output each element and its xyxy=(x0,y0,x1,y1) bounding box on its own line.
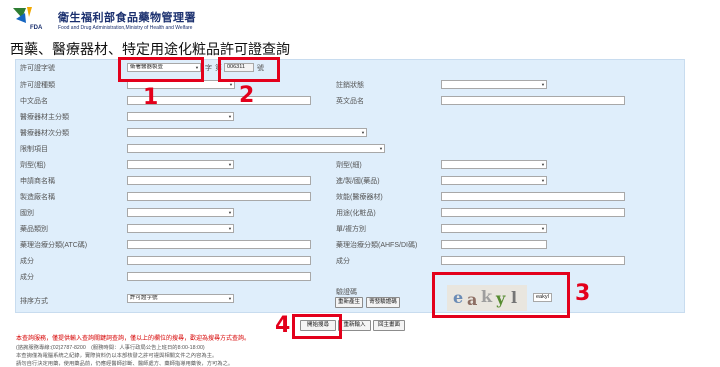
drug-category-select[interactable] xyxy=(127,224,234,233)
captcha-label: 驗證碼 xyxy=(336,289,357,296)
restriction-select[interactable] xyxy=(127,144,385,153)
device-main-class-select[interactable] xyxy=(127,112,234,121)
atc-code-input[interactable] xyxy=(127,240,311,249)
english-name-input[interactable] xyxy=(441,96,625,105)
device-sub-class-select[interactable] xyxy=(127,128,367,137)
chinese-name-label: 中文品名 xyxy=(20,98,48,105)
ingredient-3-input[interactable] xyxy=(127,272,311,281)
cancel-status-label: 註銷狀態 xyxy=(336,82,364,89)
annotation-number-1: 1 xyxy=(143,85,159,110)
efficacy-label: 效能(醫療器材) xyxy=(336,194,383,201)
license-no-label: 許可證字號 xyxy=(20,65,55,72)
dosage-major-select[interactable] xyxy=(127,160,234,169)
search-note-contact: (諮詢服務專線:(02)2787-8200 (服務時間：人事行政局公告上班日的8… xyxy=(16,345,205,351)
ingredient-1-input[interactable] xyxy=(127,256,311,265)
dosage-minor-label: 劑型(細) xyxy=(336,162,362,169)
annotation-number-3: 3 xyxy=(575,281,591,306)
ahfs-code-input[interactable] xyxy=(441,240,547,249)
ahfs-code-label: 藥理治療分類(AHFS/DI碼) xyxy=(336,242,418,249)
search-note-disclaimer: 本查詢僅為電腦系統之紀錄，實際資料仍以本部核發之許可證與相關文件之內容為主。 xyxy=(16,353,218,359)
page-title: 西藥、醫療器材、特定用途化粧品許可證查詢 xyxy=(10,42,290,58)
captcha-refresh-button[interactable]: 重新產生 xyxy=(335,297,363,308)
english-name-label: 英文品名 xyxy=(336,98,364,105)
search-note-medical: 請勿自行決定用藥，使用藥品前，仍應經醫師診斷、醫師處方、藥師指導用藥後，方可為之… xyxy=(16,361,234,367)
site-name-en: Food and Drug Administration,Ministry of… xyxy=(58,25,193,31)
import-export-select[interactable] xyxy=(441,176,547,185)
ingredient-2-label: 成分 xyxy=(336,258,350,265)
reset-button[interactable]: 重新輸入 xyxy=(338,320,371,331)
license-type-label: 許可證種類 xyxy=(20,82,55,89)
country-select[interactable] xyxy=(127,208,234,217)
sort-select[interactable]: 許可證字號 xyxy=(127,294,234,303)
manufacturer-name-label: 製造廠名稱 xyxy=(20,194,55,201)
site-logo[interactable]: FDA 衛生福利部食品藥物管理署 Food and Drug Administr… xyxy=(10,6,200,32)
applicant-name-label: 申請商名稱 xyxy=(20,178,55,185)
single-compound-select[interactable] xyxy=(441,224,547,233)
annotation-number-2: 2 xyxy=(239,83,255,108)
efficacy-input[interactable] xyxy=(441,192,625,201)
logo-fda-text: FDA xyxy=(30,25,43,31)
restriction-label: 限制項目 xyxy=(20,146,48,153)
country-label: 國別 xyxy=(20,210,34,217)
annotation-number-4: 4 xyxy=(275,313,291,338)
site-name-cn: 衛生福利部食品藥物管理署 xyxy=(58,12,196,24)
search-note-warning: 本查詢服務，僅提供輸入查詢關鍵詞查詢，僅以上的欄位的搜尋，歡迎為搜尋方式查詢。 xyxy=(16,336,251,342)
dosage-major-label: 劑型(粗) xyxy=(20,162,46,169)
annotation-box-2 xyxy=(218,57,280,82)
atc-code-label: 藥理治療分類(ATC碼) xyxy=(20,242,88,249)
drug-category-label: 藥品類別 xyxy=(20,226,48,233)
ingredient-2-input[interactable] xyxy=(441,256,625,265)
back-button[interactable]: 回主畫面 xyxy=(373,320,405,331)
dosage-minor-select[interactable] xyxy=(441,160,547,169)
annotation-box-3 xyxy=(432,272,570,318)
usage-label: 用途(化粧品) xyxy=(336,210,376,217)
license-word-label: 字 xyxy=(205,65,212,72)
sort-label: 排序方式 xyxy=(20,298,48,305)
cancel-status-select[interactable] xyxy=(441,80,547,89)
device-sub-class-label: 醫療器材次分類 xyxy=(20,130,69,137)
annotation-box-4 xyxy=(292,314,342,339)
applicant-name-input[interactable] xyxy=(127,176,311,185)
manufacturer-name-input[interactable] xyxy=(127,192,311,201)
device-main-class-label: 醫療器材主分類 xyxy=(20,114,69,121)
ingredient-1-label: 成分 xyxy=(20,258,34,265)
import-export-label: 進/製/國(藥品) xyxy=(336,178,380,185)
captcha-send-button[interactable]: 寄發驗證碼 xyxy=(366,297,400,308)
annotation-box-1 xyxy=(118,57,204,82)
ingredient-3-label: 成分 xyxy=(20,274,34,281)
single-compound-label: 單/複方別 xyxy=(336,226,366,233)
usage-input[interactable] xyxy=(441,208,625,217)
